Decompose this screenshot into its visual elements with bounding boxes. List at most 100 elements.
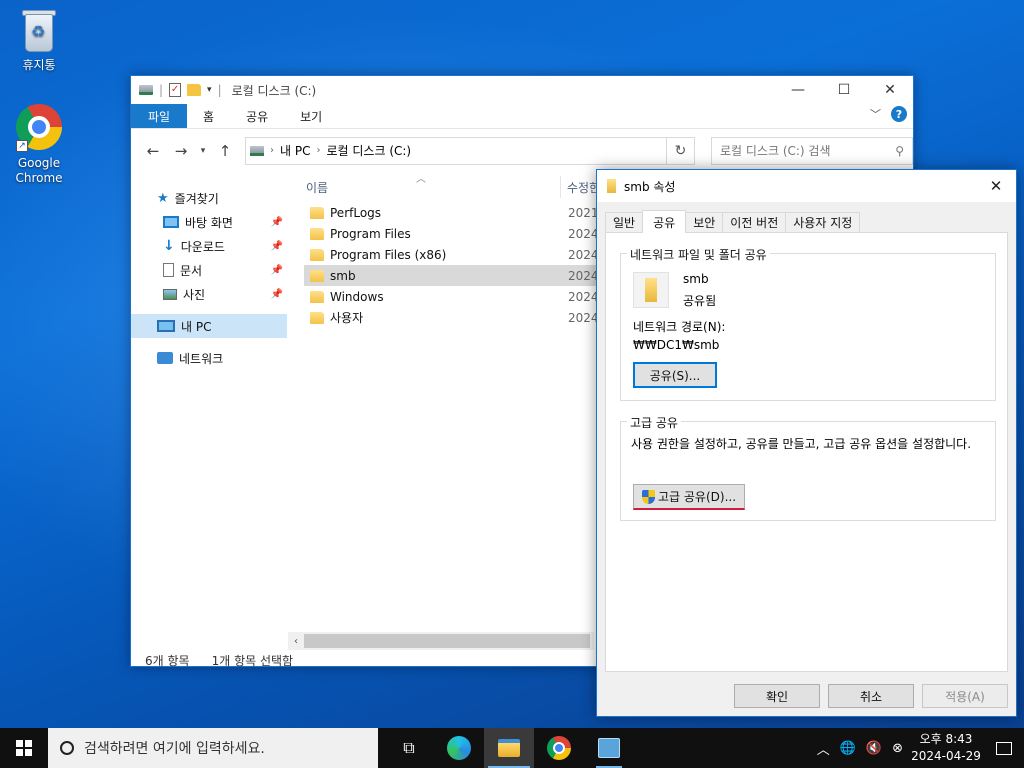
network-share-group: 네트워크 파일 및 폴더 공유 smb 공유됨 네트워크 경로(N): ₩₩DC… [620, 246, 996, 401]
breadcrumb-local-disk[interactable]: 로컬 디스크 (C:) [326, 142, 411, 159]
scroll-left-icon[interactable]: ‹ [288, 636, 304, 647]
download-icon: ↓ [163, 238, 175, 254]
column-header-name[interactable]: 이름 [306, 179, 328, 196]
tab-home[interactable]: 홈 [187, 104, 230, 128]
recent-locations-chevron-icon[interactable]: ▾ [197, 139, 209, 163]
nav-pictures-label: 사진 [183, 287, 206, 302]
explorer-search-input[interactable]: 로컬 디스크 (C:) 검색 ⚲ [711, 136, 913, 165]
network-icon [157, 352, 173, 364]
chrome-icon [547, 736, 571, 760]
desktop-icon [163, 216, 179, 228]
folder-icon [607, 179, 616, 193]
nav-documents[interactable]: 문서 📌 [131, 258, 287, 282]
pin-icon: 📌 [270, 216, 283, 228]
file-name: PerfLogs [330, 205, 382, 220]
breadcrumb-separator-icon[interactable]: › [270, 145, 274, 156]
apply-button[interactable]: 적용(A) [922, 684, 1008, 708]
up-arrow-icon[interactable]: ↑ [213, 139, 237, 163]
sort-ascending-icon: ︿ [416, 174, 426, 185]
taskbar-edge[interactable] [434, 728, 484, 768]
help-icon[interactable]: ? [891, 106, 907, 122]
breadcrumb-this-pc[interactable]: 내 PC [280, 142, 310, 159]
ribbon-tabs: 파일 홈 공유 보기 ﹀ ? [131, 104, 913, 128]
customize-toolbar-dropdown-icon[interactable]: ▾ [207, 85, 212, 95]
notification-center-button[interactable] [984, 741, 1024, 755]
ok-button[interactable]: 확인 [734, 684, 820, 708]
forward-arrow-icon[interactable]: → [169, 139, 193, 163]
tab-file[interactable]: 파일 [131, 104, 187, 128]
taskbar-search-box[interactable]: 검색하려면 여기에 입력하세요. [48, 728, 378, 768]
search-icon [60, 741, 74, 755]
edge-icon [447, 736, 471, 760]
refresh-icon[interactable]: ↻ [666, 137, 694, 164]
tab-customize[interactable]: 사용자 지정 [785, 212, 861, 232]
breadcrumb-separator-icon[interactable]: › [316, 145, 320, 156]
pin-icon: 📌 [270, 264, 283, 276]
pin-icon: 📌 [270, 288, 283, 300]
taskbar-chrome[interactable] [534, 728, 584, 768]
column-header-modified[interactable]: 수정한 [560, 176, 600, 198]
advanced-share-button[interactable]: 고급 공유(D)... [633, 484, 745, 510]
cancel-button[interactable]: 취소 [828, 684, 914, 708]
back-arrow-icon[interactable]: ← [141, 139, 165, 163]
file-name: 사용자 [330, 311, 364, 325]
properties-icon[interactable]: ✓ [169, 83, 182, 97]
server-manager-icon [598, 738, 620, 758]
taskbar-server-manager[interactable] [584, 728, 634, 768]
document-icon [163, 263, 174, 277]
tab-sharing[interactable]: 공유 [642, 210, 687, 233]
tab-previous-versions[interactable]: 이전 버전 [722, 212, 787, 232]
tab-share[interactable]: 공유 [230, 104, 284, 128]
chrome-desktop-shortcut[interactable]: ↗ Google Chrome [4, 104, 74, 186]
expand-ribbon-chevron-icon[interactable]: ﹀ [870, 106, 881, 122]
address-bar[interactable]: › 내 PC › 로컬 디스크 (C:) ↻ [245, 136, 695, 165]
scrollbar-thumb[interactable] [304, 634, 590, 648]
advanced-share-legend: 고급 공유 [627, 414, 681, 431]
navigation-bar: ← → ▾ ↑ › 내 PC › 로컬 디스크 (C:) ↻ 로컬 디스크 (C… [131, 128, 913, 172]
minimize-icon[interactable]: — [775, 76, 821, 104]
dialog-title: smb 속성 [624, 179, 676, 194]
nav-pictures[interactable]: 사진 📌 [131, 282, 287, 306]
share-button[interactable]: 공유(S)... [633, 362, 717, 388]
uac-shield-icon [641, 489, 655, 504]
nav-downloads-label: 다운로드 [180, 239, 225, 254]
error-status-icon[interactable]: ⊗ [887, 741, 908, 756]
nav-this-pc[interactable]: 내 PC [131, 314, 287, 338]
tab-view[interactable]: 보기 [284, 104, 338, 128]
nav-network[interactable]: 네트워크 [131, 346, 287, 370]
clock[interactable]: 오후 8:43 2024-04-29 [908, 731, 984, 765]
explorer-window-title: 로컬 디스크 (C:) [231, 83, 317, 98]
recycle-bin-desktop-icon[interactable]: ♻ 휴지통 [4, 8, 74, 73]
file-date: 2024 [568, 247, 599, 262]
volume-muted-icon[interactable]: 🔇 [861, 741, 887, 756]
tab-general[interactable]: 일반 [605, 212, 644, 232]
file-name: Windows [330, 289, 384, 304]
nav-downloads[interactable]: ↓ 다운로드 📌 [131, 234, 287, 258]
task-view-button[interactable]: ⧉ [384, 728, 434, 768]
network-globe-icon[interactable]: 🌐 [835, 741, 861, 756]
show-hidden-icons-chevron-icon[interactable]: ︿ [812, 739, 835, 758]
advanced-share-button-label: 고급 공유(D)... [657, 490, 737, 504]
share-status: 공유됨 [683, 294, 717, 308]
nav-network-label: 네트워크 [179, 351, 224, 366]
chrome-label-line2: Chrome [15, 171, 63, 185]
nav-quick-access[interactable]: ★ 즐겨찾기 [131, 186, 287, 210]
taskbar-file-explorer[interactable] [484, 728, 534, 768]
computer-icon [157, 320, 175, 332]
start-button[interactable] [0, 728, 48, 768]
horizontal-scrollbar[interactable]: ‹ [288, 632, 594, 650]
nav-desktop[interactable]: 바탕 화면 📌 [131, 210, 287, 234]
nav-this-pc-label: 내 PC [181, 319, 212, 334]
properties-dialog: smb 속성 ✕ 일반 공유 보안 이전 버전 사용자 지정 네트워크 파일 및… [596, 169, 1017, 717]
close-icon[interactable]: ✕ [867, 76, 913, 104]
file-date: 2021 [568, 205, 599, 220]
tab-security[interactable]: 보안 [685, 212, 724, 232]
maximize-icon[interactable]: ☐ [821, 76, 867, 104]
star-icon: ★ [157, 190, 169, 206]
explorer-title-bar[interactable]: | ✓ ▾ | 로컬 디스크 (C:) — ☐ ✕ [131, 76, 913, 104]
dialog-title-bar[interactable]: smb 속성 ✕ [597, 170, 1016, 202]
new-folder-icon[interactable] [187, 84, 202, 96]
folder-icon [310, 206, 324, 219]
clock-date: 2024-04-29 [911, 749, 981, 763]
dialog-close-icon[interactable]: ✕ [976, 170, 1016, 202]
